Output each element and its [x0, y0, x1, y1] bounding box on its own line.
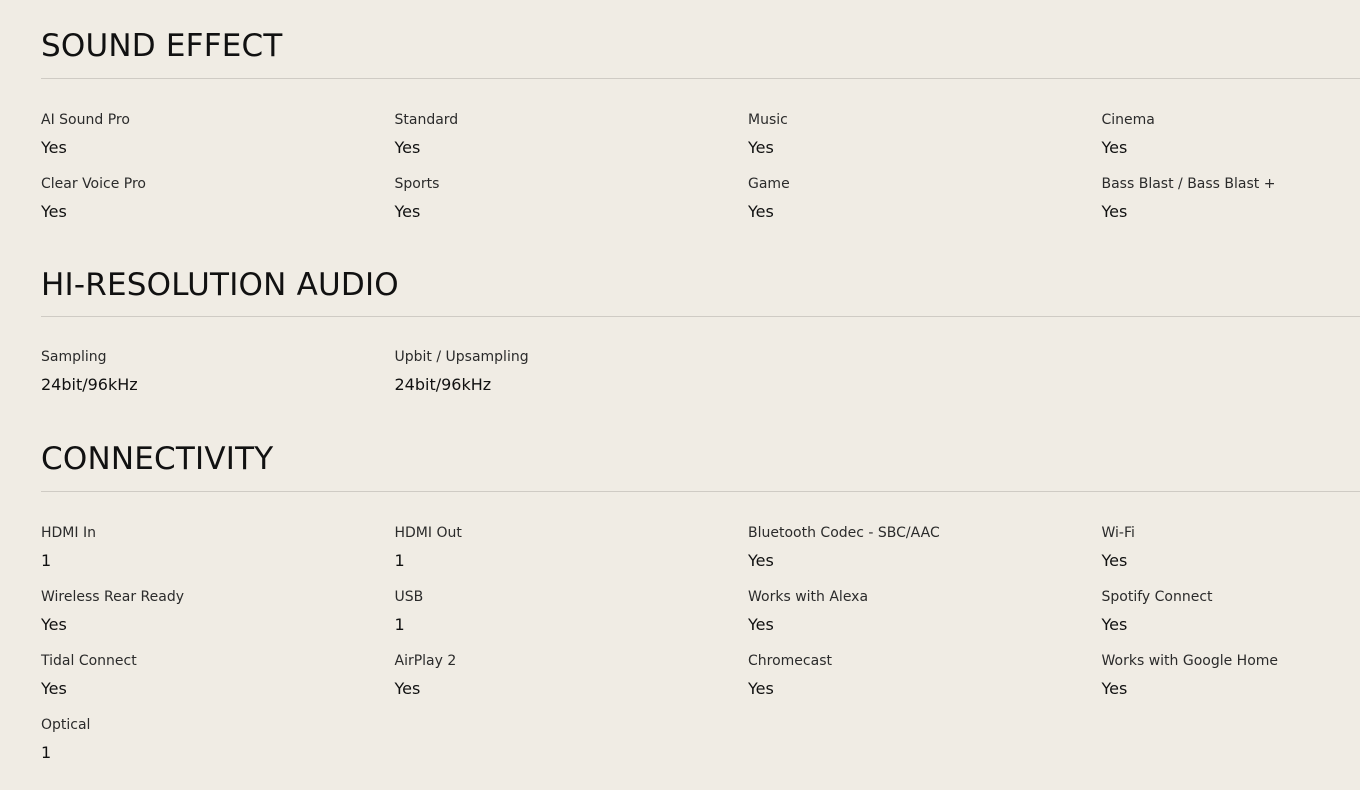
spec-value: Yes — [748, 679, 774, 698]
spec-label: Sampling — [41, 349, 107, 365]
spec-label: Cinema — [1101, 112, 1155, 128]
section-sound-effect: SOUND EFFECT AI Sound Pro Yes Standard Yes… — [41, 26, 1360, 239]
spec-label: Sports — [394, 176, 440, 192]
spec-value: Yes — [748, 615, 774, 634]
spec-label: Bass Blast / Bass Blast + — [1101, 176, 1276, 192]
spec-item: Spotify Connect Yes — [1102, 588, 1360, 652]
spec-value: Yes — [41, 615, 67, 634]
spec-value: 1 — [394, 615, 405, 634]
spec-value: Yes — [1101, 551, 1128, 570]
section-title: SOUND EFFECT — [41, 28, 283, 64]
spec-label: Tidal Connect — [41, 653, 137, 669]
section-divider — [41, 78, 1360, 79]
spec-label: Chromecast — [748, 653, 832, 669]
spec-item: HDMI Out 1 — [395, 524, 749, 588]
spec-value: Yes — [1101, 615, 1128, 634]
spec-label: Spotify Connect — [1101, 589, 1213, 605]
spec-item: Cinema Yes — [1102, 111, 1360, 175]
spec-label: Upbit / Upsampling — [394, 349, 529, 365]
spec-item: Chromecast Yes — [748, 652, 1102, 716]
section-divider — [41, 316, 1360, 317]
spec-grid: AI Sound Pro Yes Standard Yes Music Yes Cin… — [41, 111, 1360, 239]
spec-value: Yes — [394, 679, 421, 698]
spec-value: 1 — [394, 551, 405, 570]
spec-value: Yes — [748, 551, 774, 570]
spec-item: Standard Yes — [395, 111, 749, 175]
spec-value: Yes — [1101, 138, 1128, 157]
spec-item: Works with Alexa Yes — [748, 588, 1102, 652]
spec-value: 24bit/96kHz — [394, 375, 492, 394]
spec-page: SOUND EFFECT AI Sound Pro Yes Standard Yes… — [0, 0, 1360, 790]
spec-label: Game — [748, 176, 790, 192]
spec-item: Wireless Rear Ready Yes — [41, 588, 395, 652]
section-hi-resolution-audio: HI-RESOLUTION AUDIO Sampling 24bit/96kHz … — [41, 265, 1360, 412]
spec-grid: HDMI In 1 HDMI Out 1 Bluetooth Codec - SBC… — [41, 524, 1360, 780]
spec-value: Yes — [1101, 202, 1128, 221]
section-title: HI-RESOLUTION AUDIO — [41, 267, 399, 303]
spec-item: AI Sound Pro Yes — [41, 111, 395, 175]
spec-label: Bluetooth Codec - SBC/AAC — [748, 525, 940, 541]
spec-item: Works with Google Home Yes — [1102, 652, 1360, 716]
spec-value: Yes — [748, 138, 774, 157]
spec-item: Game Yes — [748, 175, 1102, 239]
spec-item: Bass Blast / Bass Blast + Yes — [1102, 175, 1360, 239]
spec-value: 24bit/96kHz — [41, 375, 138, 394]
spec-label: Clear Voice Pro — [41, 176, 146, 192]
spec-label: Works with Google Home — [1101, 653, 1279, 669]
spec-label: USB — [394, 589, 424, 605]
spec-item: Wi-Fi Yes — [1102, 524, 1360, 588]
spec-value: 1 — [41, 551, 52, 570]
section-connectivity: CONNECTIVITY HDMI In 1 HDMI Out 1 Bluetoot… — [41, 439, 1360, 780]
spec-item: Optical 1 — [41, 716, 395, 780]
spec-value: Yes — [1101, 679, 1128, 698]
spec-value: Yes — [41, 138, 67, 157]
spec-label: Optical — [41, 717, 91, 733]
spec-value: 1 — [41, 743, 52, 762]
spec-item: Tidal Connect Yes — [41, 652, 395, 716]
spec-item: HDMI In 1 — [41, 524, 395, 588]
spec-item: Bluetooth Codec - SBC/AAC Yes — [748, 524, 1102, 588]
spec-label: AirPlay 2 — [394, 653, 457, 669]
spec-value: Yes — [394, 138, 421, 157]
spec-item: Music Yes — [748, 111, 1102, 175]
section-title: CONNECTIVITY — [41, 441, 274, 477]
spec-value: Yes — [41, 202, 67, 221]
spec-label: Music — [748, 112, 788, 128]
spec-value: Yes — [41, 679, 67, 698]
spec-item: USB 1 — [395, 588, 749, 652]
spec-grid: Sampling 24bit/96kHz Upbit / Upsampling 24… — [41, 348, 1360, 412]
spec-label: HDMI In — [41, 525, 96, 541]
spec-item: AirPlay 2 Yes — [395, 652, 749, 716]
spec-label: Wi-Fi — [1101, 525, 1135, 541]
spec-value: Yes — [394, 202, 421, 221]
spec-label: Standard — [394, 112, 459, 128]
spec-item: Sports Yes — [395, 175, 749, 239]
spec-label: HDMI Out — [394, 525, 462, 541]
spec-value: Yes — [748, 202, 774, 221]
section-divider — [41, 491, 1360, 492]
spec-label: Works with Alexa — [748, 589, 869, 605]
spec-label: Wireless Rear Ready — [41, 589, 184, 605]
spec-item: Sampling 24bit/96kHz — [41, 348, 395, 412]
spec-item: Upbit / Upsampling 24bit/96kHz — [395, 348, 749, 412]
spec-item: Clear Voice Pro Yes — [41, 175, 395, 239]
spec-label: AI Sound Pro — [41, 112, 130, 128]
